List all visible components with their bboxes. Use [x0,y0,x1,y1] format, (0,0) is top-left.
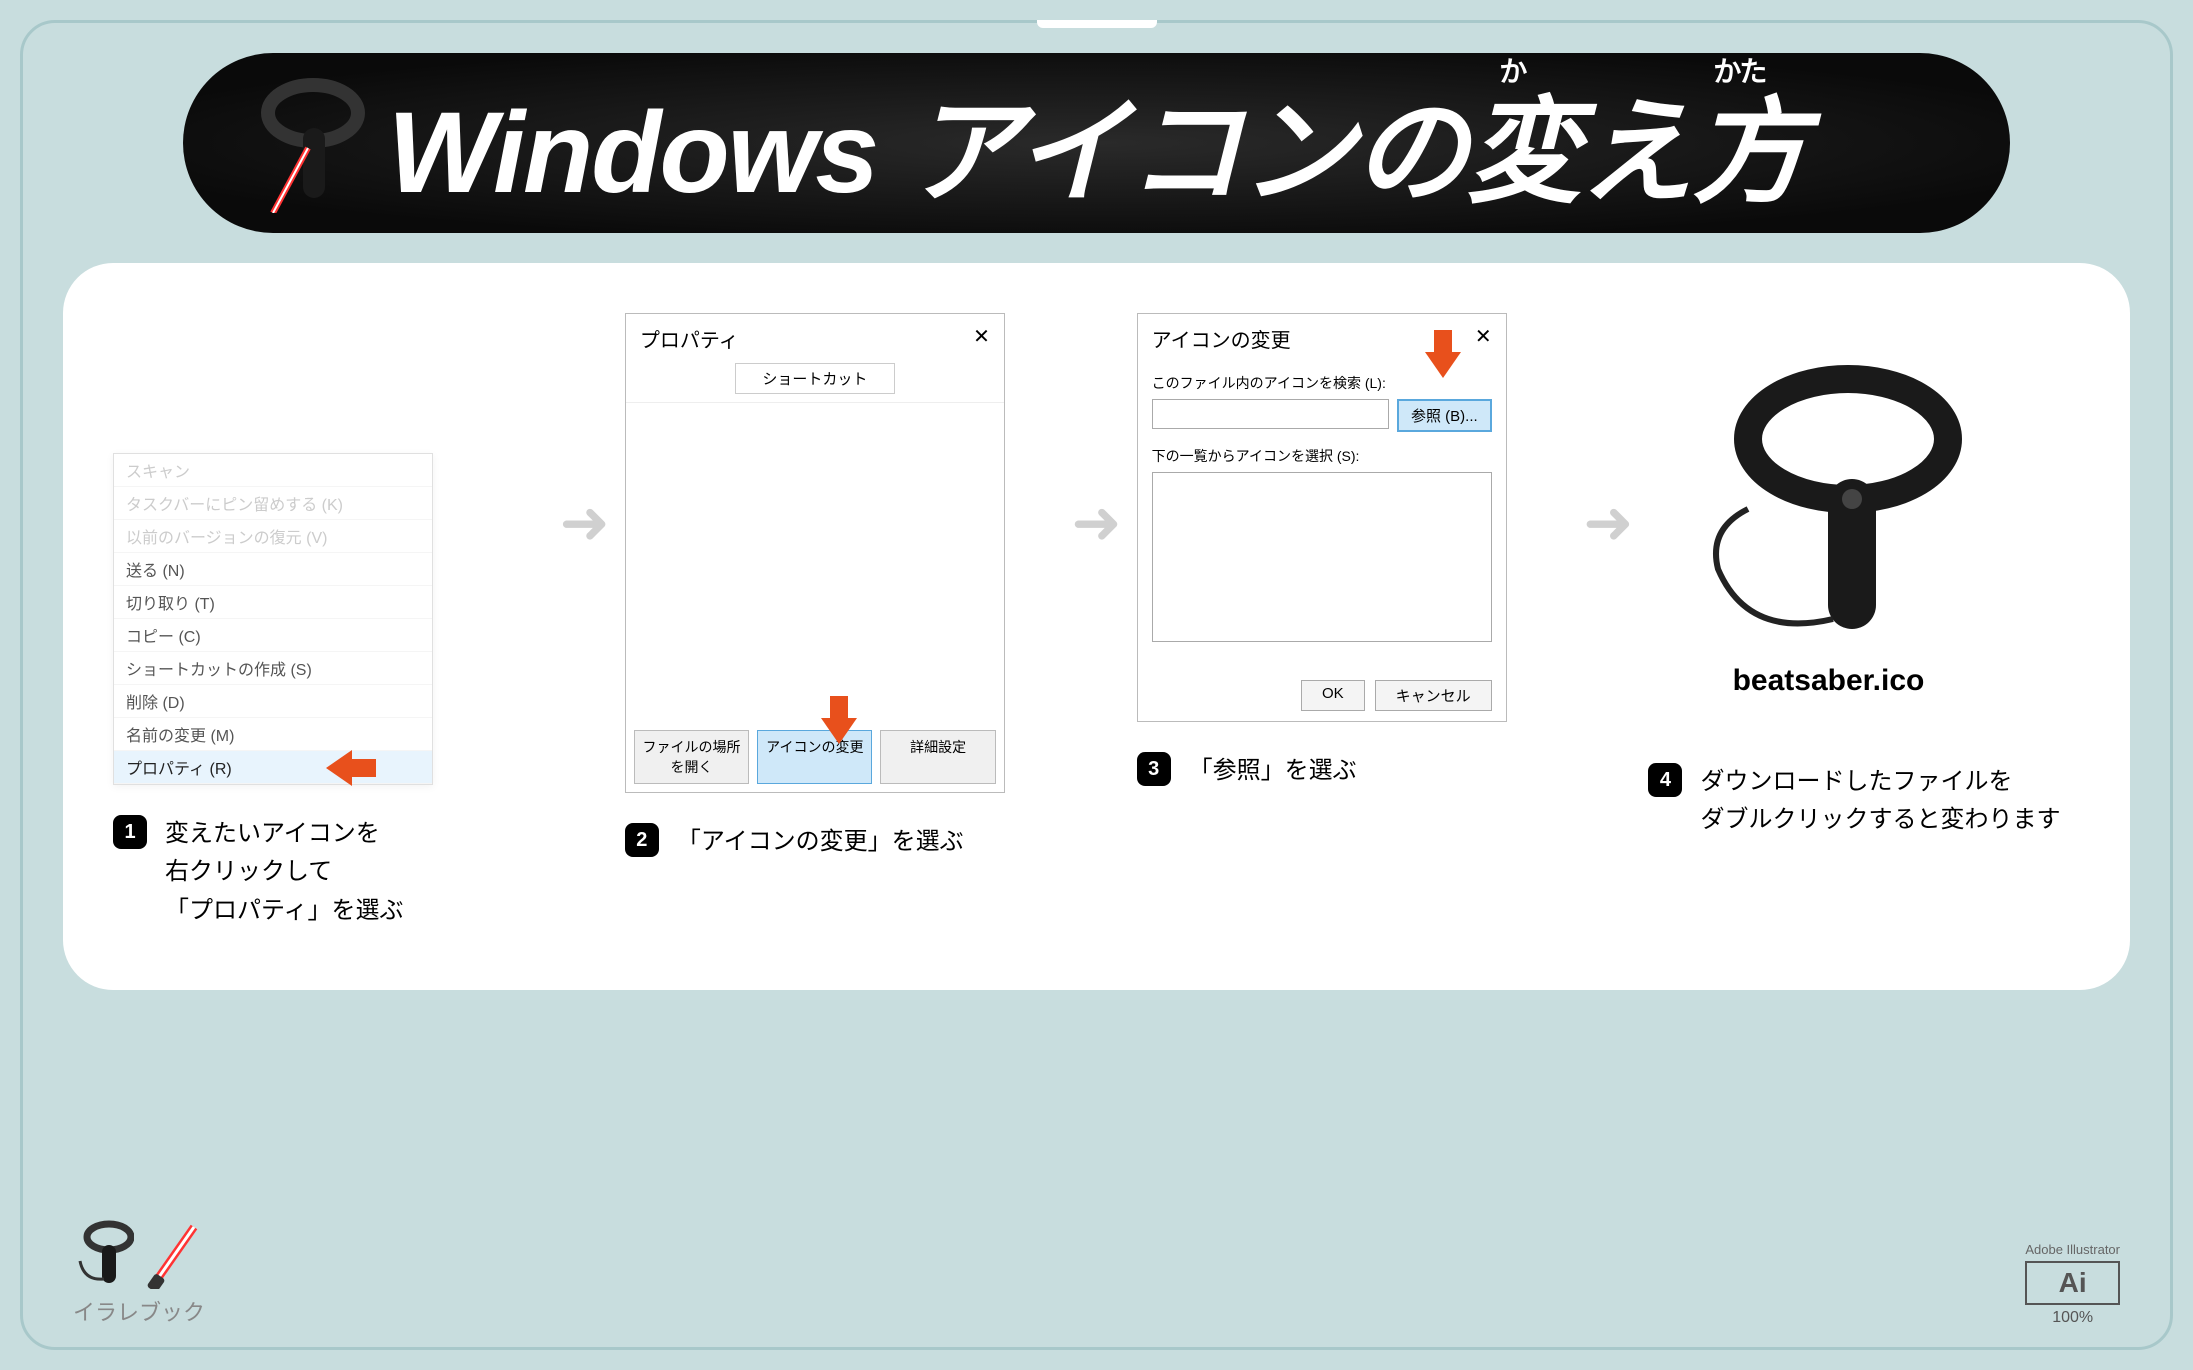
ok-button[interactable]: OK [1301,680,1365,711]
step-text: 「アイコンの変更」を選ぶ [677,823,964,861]
browse-button[interactable]: 参照 (B)... [1397,399,1492,432]
arrow-left-icon [326,750,352,786]
step-text: 変えたいアイコンを 右クリックして 「プロパティ」を選ぶ [165,815,404,930]
open-location-button[interactable]: ファイルの場所を開く [634,730,749,784]
properties-window: プロパティ ✕ ショートカット ファイルの場所を開く アイコンの変更 詳細設定 [625,313,1005,793]
footer-label: イラレブック [73,1295,205,1327]
controller-icon [1688,349,1968,649]
controller-icon [253,73,373,213]
ruby-ka: か [1499,53,1525,90]
steps-card: スキャン タスクバーにピン留めする (K) 以前のバージョンの復元 (V) 送る… [63,263,2130,990]
select-label: 下の一覧からアイコンを選択 (S): [1152,446,1492,466]
window-title: プロパティ [640,324,739,353]
step-text: ダウンロードしたファイルを ダブルクリックすると変わります [1700,763,2060,840]
close-icon[interactable]: ✕ [1475,324,1492,353]
step-1: スキャン タスクバーにピン留めする (K) 以前のバージョンの復元 (V) 送る… [113,313,545,930]
top-notch [1037,20,1157,28]
ico-filename: beatsaber.ico [1733,664,1925,698]
controller-icon [74,1219,134,1289]
step-number: 4 [1648,763,1682,797]
step-number: 3 [1137,752,1171,786]
menu-item[interactable]: 以前のバージョンの復元 (V) [114,520,432,553]
step-2: プロパティ ✕ ショートカット ファイルの場所を開く アイコンの変更 詳細設定 … [625,313,1057,861]
menu-item[interactable]: 削除 (D) [114,685,432,718]
menu-item[interactable]: コピー (C) [114,619,432,652]
menu-item[interactable]: ショートカットの作成 (S) [114,652,432,685]
header-banner: か かた Windows アイコンの変え方 [183,53,2010,233]
icon-path-input[interactable] [1152,399,1389,429]
step-number: 1 [113,815,147,849]
ai-sub: Adobe Illustrator [2025,1242,2120,1257]
ai-badge: Adobe Illustrator Ai 100% [2025,1242,2120,1327]
icon-list[interactable] [1152,472,1492,642]
menu-item[interactable]: 名前の変更 (M) [114,718,432,751]
tab-shortcut[interactable]: ショートカット [735,363,895,394]
page-frame: か かた Windows アイコンの変え方 スキャン タスクバーにピン留めする … [20,20,2173,1350]
menu-item[interactable]: スキャン [114,454,432,487]
change-icon-window: アイコンの変更 ✕ このファイル内のアイコンを検索 (L): 参照 (B)...… [1137,313,1507,722]
ai-percent: 100% [2025,1309,2120,1327]
step-text: 「参照」を選ぶ [1189,752,1357,790]
arrow-right-icon: ➜ [1071,488,1121,558]
ai-logo: Ai [2025,1261,2120,1305]
step-4: beatsaber.ico 4 ダウンロードしたファイルを ダブルクリックすると… [1648,313,2080,840]
advanced-button[interactable]: 詳細設定 [880,730,995,784]
menu-item[interactable]: 送る (N) [114,553,432,586]
close-icon[interactable]: ✕ [973,324,990,353]
menu-item[interactable]: タスクバーにピン留めする (K) [114,487,432,520]
context-menu: スキャン タスクバーにピン留めする (K) 以前のバージョンの復元 (V) 送る… [113,453,433,785]
menu-item[interactable]: 切り取り (T) [114,586,432,619]
footer-logo: イラレブック [73,1219,205,1327]
menu-item-properties[interactable]: プロパティ (R) [114,751,432,784]
arrow-down-icon [1425,352,1461,378]
step-number: 2 [625,823,659,857]
window-title: アイコンの変更 [1152,324,1291,353]
ruby-kata: かた [1713,53,1765,90]
arrow-down-icon [821,718,857,744]
ico-file-panel: beatsaber.ico [1648,313,2008,733]
saber-icon [144,1219,204,1289]
page-title: か かた Windows アイコンの変え方 [388,60,1806,226]
step-3: アイコンの変更 ✕ このファイル内のアイコンを検索 (L): 参照 (B)...… [1137,313,1569,790]
cancel-button[interactable]: キャンセル [1375,680,1492,711]
arrow-right-icon: ➜ [560,488,610,558]
arrow-right-icon: ➜ [1583,488,1633,558]
